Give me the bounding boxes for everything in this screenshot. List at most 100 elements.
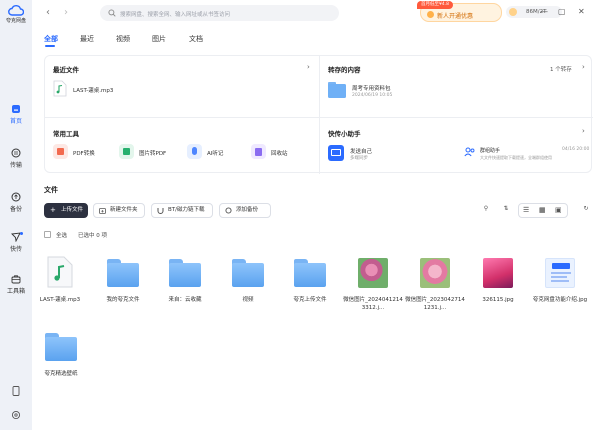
image-thumbnail <box>545 258 575 288</box>
nav-backup[interactable]: 备份 <box>2 192 30 213</box>
file-tile[interactable]: LAST-蘧桌.mp3 <box>29 256 91 304</box>
sync-icon <box>225 207 232 214</box>
sort-icon[interactable]: ⇅ <box>500 205 512 217</box>
magnet-icon <box>157 208 164 214</box>
toolbox-icon <box>11 275 21 284</box>
file-tile[interactable]: 微信图片_20230427141231.j... <box>404 256 466 312</box>
saved-item-time: 2024/06/19 10:05 <box>352 93 393 98</box>
file-tile[interactable]: 微信图片_20240412143312.j... <box>342 256 404 312</box>
crown-icon <box>427 11 434 18</box>
image-thumbnail <box>358 258 388 288</box>
recent-more-icon[interactable]: › <box>307 63 310 71</box>
saved-title: 转存的内容 <box>328 66 361 74</box>
file-tile[interactable]: 夸克上传文件 <box>279 256 341 304</box>
large-view-icon[interactable]: ▣ <box>555 206 562 214</box>
refresh-icon[interactable]: ↻ <box>580 205 592 217</box>
saved-count[interactable]: 1 个转存 <box>550 65 572 73</box>
view-switcher: ☰ ▦ ▣ <box>518 203 568 218</box>
avatar <box>509 8 517 16</box>
promo-tag: 首月低至¥4.8 <box>417 1 454 9</box>
group-users-icon <box>464 147 475 157</box>
file-tile[interactable]: 视频 <box>217 256 279 304</box>
recent-file-item[interactable]: LAST-蘧桌.mp3 <box>53 80 173 100</box>
saved-more-icon[interactable]: › <box>582 63 585 71</box>
tab-recent[interactable]: 最近 <box>80 34 94 44</box>
tool-label: 回收站 <box>271 151 288 157</box>
send-to-self-title: 发送自己 <box>350 149 373 155</box>
left-sidebar: 夸克网盘 首页 传输 备份 快传 工具箱 <box>0 0 32 430</box>
nav-home-label: 首页 <box>9 118 22 125</box>
nav-transfer[interactable]: 传输 <box>2 148 30 169</box>
file-tile[interactable]: 来自：云收藏 <box>154 256 216 304</box>
recent-file-name: LAST-蘧桌.mp3 <box>73 88 114 94</box>
add-backup-button[interactable]: 添加备份 <box>219 203 271 218</box>
select-all-checkbox[interactable] <box>44 231 51 238</box>
folder-icon <box>169 259 201 287</box>
cloud-logo-icon <box>8 5 24 16</box>
new-folder-label: 新建文件夹 <box>110 207 138 213</box>
nav-toolbox-label: 工具箱 <box>6 288 25 295</box>
tools-title: 常用工具 <box>53 130 79 138</box>
tool-label: AI听记 <box>207 151 224 157</box>
folder-icon <box>232 259 264 287</box>
app-name: 夸克网盘 <box>5 18 26 24</box>
panel-divider-horizontal <box>45 117 593 118</box>
back-arrow-icon[interactable]: ‹ <box>46 8 50 18</box>
top-bar: ‹ › 搜索网盘、搜索全网、输入网址或从书签访问 首月低至¥4.8 新人开通优惠… <box>32 0 600 28</box>
nav-quick-send[interactable]: 快传 <box>2 232 30 253</box>
tab-video[interactable]: 视频 <box>116 34 130 44</box>
folder-icon <box>45 333 77 361</box>
trash-icon <box>251 144 266 159</box>
notification-dot <box>20 232 23 235</box>
grid-view-icon[interactable]: ▦ <box>539 206 546 214</box>
filter-icon[interactable]: ⚲ <box>480 205 492 217</box>
group-helper[interactable]: 群组助手 04/16 20:00 大文件快速提取下载提速，全端群组使用 <box>464 144 590 166</box>
phone-icon <box>12 386 20 396</box>
tool-label: 图片转PDF <box>139 151 167 157</box>
maximize-icon[interactable]: ▢ <box>558 8 566 16</box>
minimize-icon[interactable]: — <box>540 8 548 16</box>
account-quota[interactable]: 86M/2T <box>506 6 562 18</box>
selected-count: 已选中 0 项 <box>78 233 107 239</box>
folder-icon <box>328 82 346 98</box>
dashboard-panel: 最近文件 › LAST-蘧桌.mp3 转存的内容 1 个转存 › 周考专用资料包… <box>44 55 593 174</box>
bt-download-button[interactable]: BT/磁力链下载 <box>151 203 213 218</box>
saved-item-title: 周考专用资料包 <box>352 86 391 92</box>
tab-image[interactable]: 图片 <box>152 34 166 44</box>
app-logo[interactable]: 夸克网盘 <box>4 4 28 24</box>
group-helper-time: 04/16 20:00 <box>562 147 590 152</box>
send-to-self[interactable]: 发送自己 多端同步 <box>328 144 448 166</box>
file-tile[interactable]: 夸克网盘功能介绍.jpg <box>529 256 591 304</box>
list-view-icon[interactable]: ☰ <box>523 206 529 214</box>
file-name: 来自：云收藏 <box>168 297 202 303</box>
search-input[interactable]: 搜索网盘、搜索全网、输入网址或从书签访问 <box>100 5 339 21</box>
promo-banner[interactable]: 首月低至¥4.8 新人开通优惠 <box>417 1 502 22</box>
send-to-self-sub: 多端同步 <box>350 156 368 161</box>
forward-arrow-icon[interactable]: › <box>64 8 68 18</box>
panel-divider-vertical <box>319 56 320 174</box>
settings-button[interactable] <box>2 410 30 422</box>
helper-more-icon[interactable]: › <box>582 127 585 135</box>
app-window: 夸克网盘 首页 传输 备份 快传 工具箱 ‹ › 搜索网盘、搜索全网、输入网址或… <box>0 0 600 430</box>
saved-item[interactable]: 周考专用资料包 2024/06/19 10:05 <box>328 80 478 102</box>
nav-home[interactable]: 首页 <box>2 104 30 125</box>
transfer-icon <box>11 148 21 158</box>
tool-label: PDF转换 <box>73 151 95 157</box>
phone-button[interactable] <box>2 386 30 398</box>
pdf-convert-icon <box>53 144 68 159</box>
music-file-icon <box>53 80 67 97</box>
image-thumbnail <box>483 258 513 288</box>
nav-quick-send-label: 快传 <box>9 246 22 253</box>
file-tile[interactable]: 夸克精选壁纸 <box>30 330 92 378</box>
file-tile[interactable]: 326115.jpg <box>467 256 529 304</box>
gear-icon <box>11 410 21 420</box>
new-folder-button[interactable]: 新建文件夹 <box>93 203 145 218</box>
nav-toolbox[interactable]: 工具箱 <box>2 274 30 295</box>
close-icon[interactable]: ✕ <box>578 8 585 16</box>
select-all-label[interactable]: 全选 <box>56 231 67 239</box>
file-tile[interactable]: 我的夸克文件 <box>92 256 154 304</box>
tab-all[interactable]: 全部 <box>44 34 58 44</box>
upload-button[interactable]: + 上传文件 <box>44 203 88 218</box>
tab-doc[interactable]: 文档 <box>189 34 203 44</box>
file-name: 夸克网盘功能介绍.jpg <box>532 297 588 303</box>
